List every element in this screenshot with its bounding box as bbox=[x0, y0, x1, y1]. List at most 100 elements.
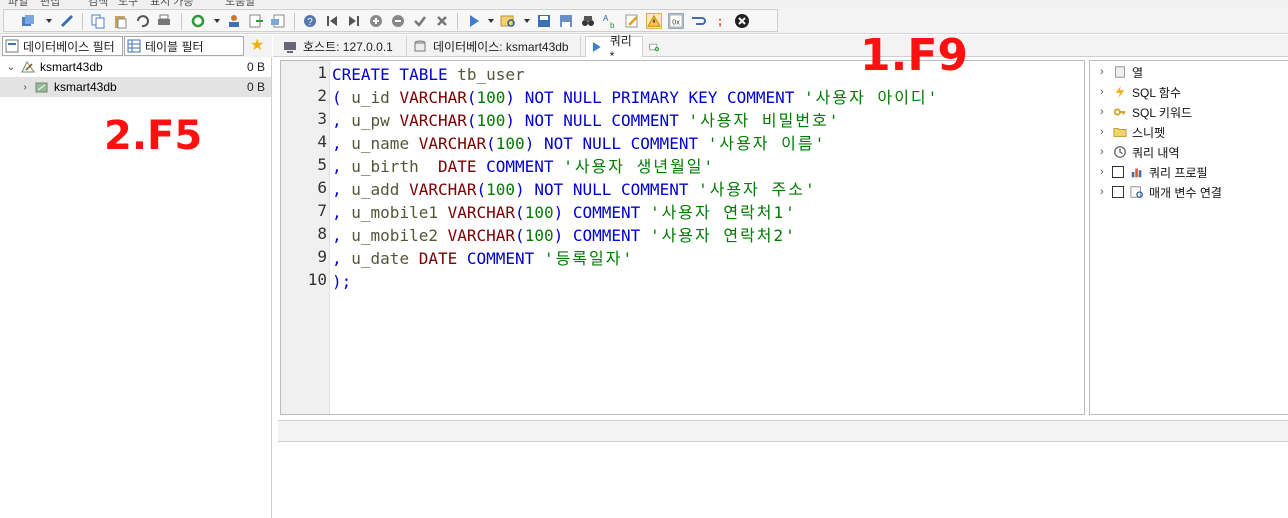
sql-editor[interactable]: 1 2 3 4 5 6 7 8 9 10 CREATE TABLE tb_use… bbox=[280, 60, 1085, 415]
sql-string: '사용자 비밀번호' bbox=[688, 111, 841, 130]
query-tab-icon[interactable] bbox=[500, 13, 516, 29]
line-number: 3 bbox=[317, 109, 327, 128]
favorites-star-icon[interactable]: ★ bbox=[250, 37, 264, 55]
annotation-f9: 1.F9 bbox=[860, 30, 969, 81]
undo-icon[interactable] bbox=[134, 13, 150, 29]
chevron-right-icon[interactable]: › bbox=[1100, 86, 1110, 98]
sql-identifier: u_mobile1 bbox=[341, 203, 448, 222]
user-manager-icon[interactable] bbox=[226, 13, 242, 29]
code-line: , u_mobile2 VARCHAR(100) COMMENT '사용자 연락… bbox=[332, 224, 797, 247]
sql-punct: , bbox=[332, 134, 342, 153]
query-profile-checkbox[interactable] bbox=[1112, 166, 1124, 178]
add-tab-button[interactable] bbox=[645, 36, 671, 57]
code-line: CREATE TABLE tb_user bbox=[332, 63, 525, 86]
tab-host[interactable]: 호스트: 127.0.0.1 bbox=[279, 36, 407, 57]
import-icon[interactable] bbox=[270, 13, 286, 29]
print-icon[interactable] bbox=[156, 13, 172, 29]
helper-item-query-profile[interactable]: › 쿼리 프로필 bbox=[1100, 163, 1208, 181]
sql-type: VARCHAR bbox=[409, 180, 477, 199]
tab-query-label: 쿼리* bbox=[609, 33, 632, 63]
chevron-right-icon[interactable]: › bbox=[1100, 126, 1110, 138]
helper-item-columns[interactable]: › 열 bbox=[1100, 63, 1143, 81]
run-query-icon[interactable] bbox=[466, 13, 482, 29]
chevron-right-icon[interactable]: › bbox=[1100, 166, 1110, 178]
tree-item-server[interactable]: ⌄ ksmart43db 0 B bbox=[0, 57, 271, 77]
refresh-icon[interactable] bbox=[190, 13, 206, 29]
delete-row-icon[interactable] bbox=[390, 13, 406, 29]
helper-label: SQL 함수 bbox=[1132, 85, 1181, 100]
table-filter-input[interactable]: 테이블 필터 bbox=[124, 36, 244, 56]
sql-punct: ( bbox=[476, 180, 487, 199]
sql-identifier: tb_user bbox=[447, 65, 525, 84]
copy-icon[interactable] bbox=[90, 13, 106, 29]
dropdown-arrow-icon[interactable] bbox=[488, 19, 494, 23]
apply-icon[interactable] bbox=[412, 13, 428, 29]
helper-label: 스니펫 bbox=[1132, 125, 1166, 140]
sql-identifier: u_pw bbox=[341, 111, 400, 130]
cancel-icon[interactable] bbox=[434, 13, 450, 29]
paste-icon[interactable] bbox=[112, 13, 128, 29]
tree-item-label: ksmart43db bbox=[40, 60, 103, 74]
tree-item-label: ksmart43db bbox=[54, 80, 117, 94]
tab-database[interactable]: 데이터베이스: ksmart43db bbox=[409, 36, 581, 57]
export-icon[interactable] bbox=[248, 13, 264, 29]
bind-parameters-checkbox[interactable] bbox=[1112, 186, 1124, 198]
sql-number: 100 bbox=[524, 203, 554, 222]
chevron-right-icon[interactable]: › bbox=[20, 82, 30, 93]
sql-string: '사용자 아이디' bbox=[804, 88, 940, 107]
dropdown-arrow-icon[interactable] bbox=[46, 19, 52, 23]
line-number: 4 bbox=[317, 132, 327, 151]
helper-item-query-history[interactable]: › 쿼리 내역 bbox=[1100, 143, 1180, 161]
dropdown-arrow-icon[interactable] bbox=[214, 19, 220, 23]
code-line: , u_pw VARCHAR(100) NOT NULL COMMENT '사용… bbox=[332, 109, 840, 132]
database-filter-input[interactable]: 데이터베이스 필터 bbox=[2, 36, 123, 56]
edit-icon[interactable] bbox=[624, 13, 640, 29]
sql-type: DATE bbox=[437, 157, 477, 176]
toolbar: ? Ab 0x ; bbox=[0, 8, 1288, 34]
connect-icon[interactable] bbox=[59, 13, 75, 29]
wrap-icon[interactable] bbox=[690, 13, 706, 29]
sql-keyword: COMMENT bbox=[563, 226, 650, 245]
server-icon bbox=[21, 61, 35, 73]
chevron-right-icon[interactable]: › bbox=[1100, 106, 1110, 118]
folder-icon bbox=[1112, 124, 1128, 140]
tab-query[interactable]: 쿼리* bbox=[585, 34, 643, 63]
session-manager-icon[interactable] bbox=[20, 13, 36, 29]
insert-row-icon[interactable] bbox=[368, 13, 384, 29]
semicolon-icon[interactable]: ; bbox=[712, 13, 728, 29]
chevron-right-icon[interactable]: › bbox=[1100, 186, 1110, 198]
tree-item-database[interactable]: › ksmart43db 0 B bbox=[0, 77, 271, 97]
sql-punct: , bbox=[332, 157, 342, 176]
helper-item-snippets[interactable]: › 스니펫 bbox=[1100, 123, 1165, 141]
first-icon[interactable] bbox=[324, 13, 340, 29]
chevron-right-icon[interactable]: › bbox=[1100, 66, 1110, 78]
result-splitter[interactable] bbox=[278, 420, 1288, 442]
helper-item-sql-functions[interactable]: › SQL 함수 bbox=[1100, 83, 1181, 101]
tree-item-size: 0 B bbox=[246, 80, 265, 94]
parameter-icon bbox=[1129, 184, 1145, 200]
dropdown-arrow-icon[interactable] bbox=[524, 19, 530, 23]
sql-keyword: NOT NULL COMMENT bbox=[515, 111, 689, 130]
sql-keyword: COMMENT bbox=[476, 157, 564, 176]
sql-punct: ( bbox=[486, 134, 496, 153]
helper-item-bind-parameters[interactable]: › 매개 변수 연결 bbox=[1100, 183, 1222, 201]
chevron-right-icon[interactable]: › bbox=[1100, 146, 1110, 158]
sql-identifier: u_name bbox=[341, 134, 419, 153]
zero-x-icon[interactable]: 0x bbox=[668, 13, 684, 29]
key-icon bbox=[1112, 104, 1128, 120]
replace-icon[interactable]: Ab bbox=[602, 13, 618, 29]
save-icon[interactable] bbox=[536, 13, 552, 29]
binoculars-icon[interactable] bbox=[580, 13, 596, 29]
database-icon bbox=[35, 82, 48, 93]
save-as-icon[interactable] bbox=[558, 13, 574, 29]
svg-text:?: ? bbox=[307, 17, 313, 28]
sql-punct: ) bbox=[505, 111, 516, 130]
sql-type: VARCHAR bbox=[447, 203, 516, 222]
last-icon[interactable] bbox=[346, 13, 362, 29]
helper-label: 쿼리 내역 bbox=[1132, 145, 1180, 160]
helper-item-sql-keywords[interactable]: › SQL 키워드 bbox=[1100, 103, 1192, 121]
chevron-down-icon[interactable]: ⌄ bbox=[6, 62, 16, 73]
help-icon[interactable]: ? bbox=[302, 13, 318, 29]
warning-icon[interactable] bbox=[646, 13, 662, 29]
stop-icon[interactable] bbox=[734, 13, 750, 29]
